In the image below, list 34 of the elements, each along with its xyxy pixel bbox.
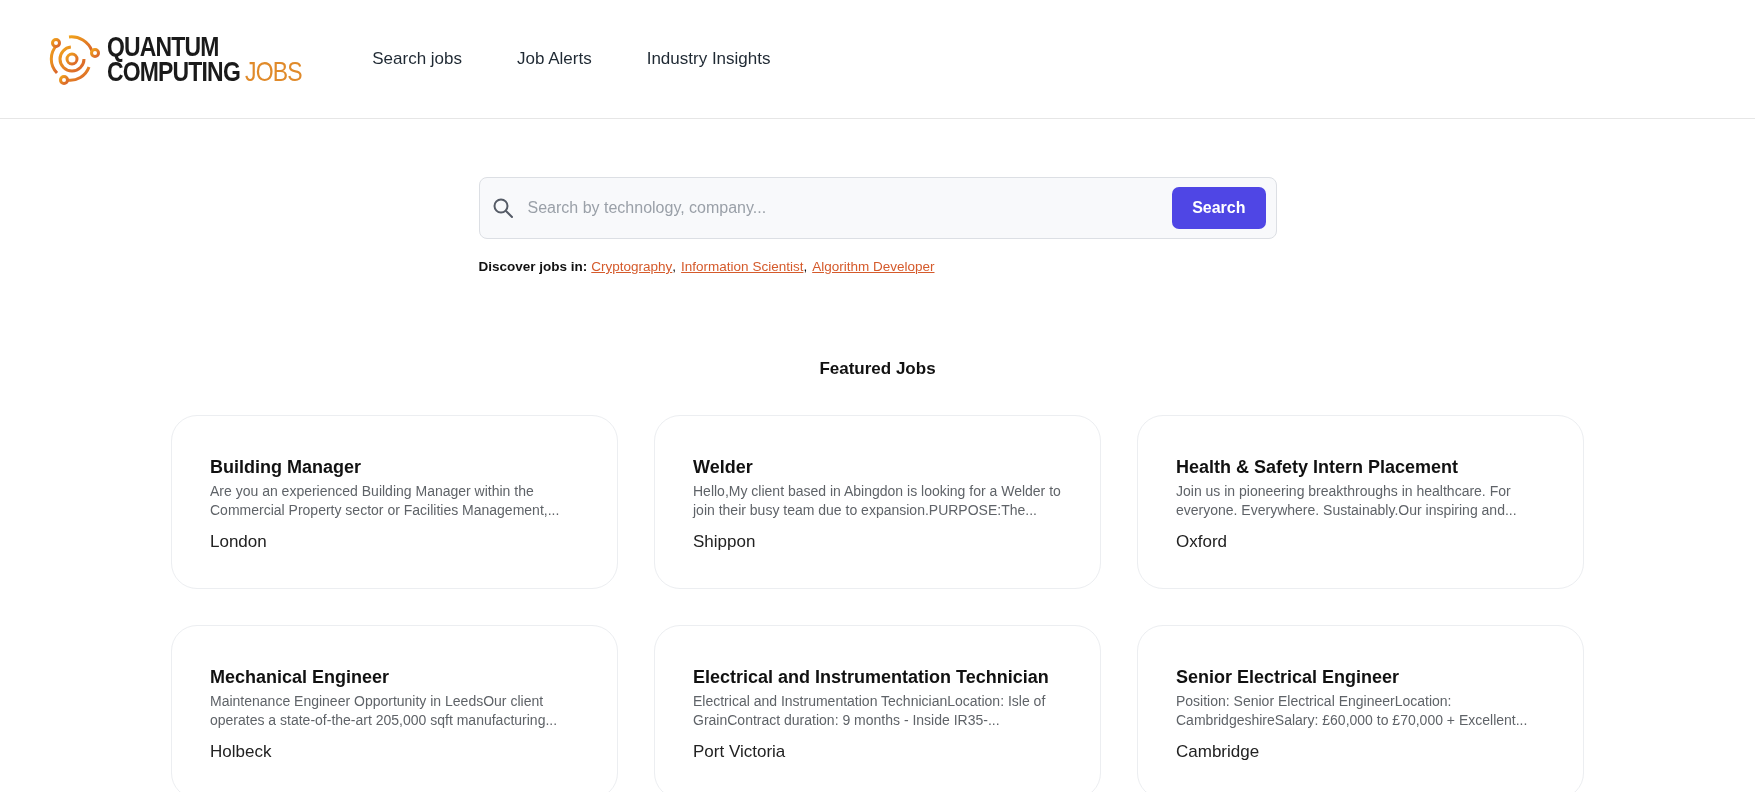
category-link[interactable]: Cryptography xyxy=(591,259,673,274)
job-title: Welder xyxy=(693,457,754,478)
job-description: Electrical and Instrumentation TechnicianLocation: Isle of GrainContract duration: 9 months - Inside IR35-... xyxy=(693,692,1047,730)
job-description: Maintenance Engineer Opportunity in LeedsOur client operates a state-of-the-art 205,000 sqft manufacturing... xyxy=(210,692,559,730)
job-card[interactable]: Building Manager Are you an experienced Building Manager within the Commercial Property sector or Facilities Management,... London xyxy=(171,415,618,589)
separator-comma: , xyxy=(803,259,808,274)
discover-label: Discover jobs in: xyxy=(478,259,588,274)
job-description: Join us in pioneering breakthroughs in healthcare. For everyone. Everywhere. Sustainably.Our inspiring and... xyxy=(1176,482,1518,520)
job-title: Electrical and Instrumentation Technician xyxy=(693,667,1050,688)
job-title: Health & Safety Intern Placement xyxy=(1176,457,1460,478)
job-title: Mechanical Engineer xyxy=(210,667,391,688)
job-description: Are you an experienced Building Manager within the Commercial Property sector or Facilities Management,... xyxy=(210,482,561,520)
job-location: Port Victoria xyxy=(693,742,787,762)
job-location: Holbeck xyxy=(210,742,273,762)
separator-comma: , xyxy=(672,259,677,274)
job-description: Hello,My client based in Abingdon is looking for a Welder to join their busy team due to expansion.PURPOSE:The... xyxy=(693,482,1062,520)
job-title: Senior Electrical Engineer xyxy=(1176,667,1401,688)
job-title: Building Manager xyxy=(210,457,362,478)
nav-link[interactable]: Job Alerts xyxy=(517,49,592,69)
logo-text: JOBS xyxy=(245,59,302,84)
search-icon xyxy=(491,197,514,219)
job-card[interactable]: Health & Safety Intern Placement Join us in pioneering breakthroughs in healthcare. For everyone. Everywhere. Sustainably.Our inspiring and... Oxford xyxy=(1137,415,1584,589)
job-location: Shippon xyxy=(693,532,757,552)
job-location: Oxford xyxy=(1176,532,1229,552)
job-description: Position: Senior Electrical EngineerLocation: CambridgeshireSalary: £60,000 to £70,000 + Excellent... xyxy=(1176,692,1529,730)
nav-link[interactable]: Industry Insights xyxy=(646,49,771,69)
job-location: London xyxy=(210,532,268,552)
job-card[interactable]: Welder Hello,My client based in Abingdon is looking for a Welder to join their busy team due to expansion.PURPOSE:The... Shippon xyxy=(654,415,1101,589)
section-heading: Featured Jobs xyxy=(819,359,936,379)
search-button[interactable]: Search xyxy=(1172,187,1266,229)
job-location: Cambridge xyxy=(1176,742,1261,762)
search-field[interactable]: Search by technology, company... Search xyxy=(478,177,1277,239)
nav-link[interactable]: Search jobs xyxy=(372,49,463,69)
category-link[interactable]: Algorithm Developer xyxy=(812,259,935,274)
